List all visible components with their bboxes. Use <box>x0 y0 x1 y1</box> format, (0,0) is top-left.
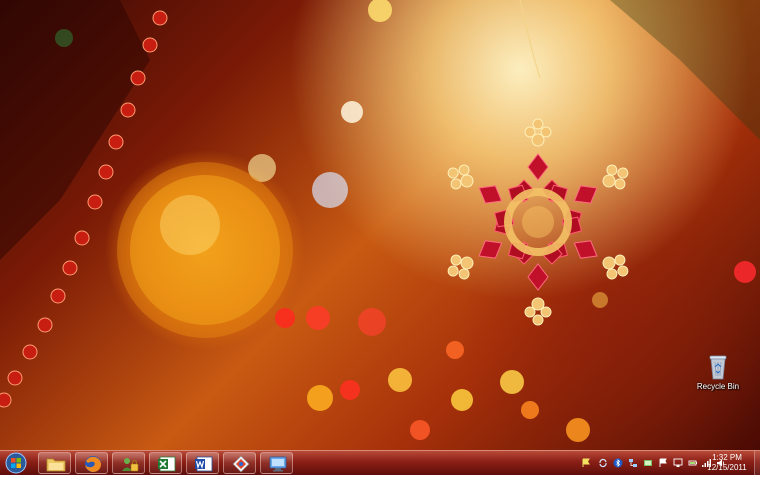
clock-time: 1:32 PM <box>712 453 742 462</box>
folder-icon <box>46 458 66 472</box>
desktop-icon-recycle-bin[interactable]: Recycle Bin <box>695 352 741 391</box>
show-desktop-button[interactable] <box>754 451 760 476</box>
taskbar-button-app-diamond[interactable] <box>223 452 256 474</box>
taskbar-button-word[interactable] <box>186 452 219 474</box>
excel-icon <box>158 456 176 472</box>
system-clock[interactable]: 1:32 PM 12/15/2011 <box>700 453 754 473</box>
update-icon[interactable] <box>643 458 653 468</box>
action-center-icon[interactable] <box>658 458 668 468</box>
sync-icon[interactable] <box>598 458 608 468</box>
taskbar-button-user-accounts[interactable] <box>112 452 145 474</box>
taskbar-button-windows-explorer[interactable] <box>38 452 71 474</box>
diamond-app-icon <box>232 455 250 473</box>
recycle-bin-icon <box>707 352 729 380</box>
start-button[interactable] <box>4 452 28 474</box>
bluetooth-icon[interactable] <box>613 458 623 468</box>
windows-orb-icon <box>5 452 27 474</box>
display-icon[interactable] <box>673 458 683 468</box>
recycle-bin-label: Recycle Bin <box>696 382 740 391</box>
network-manager-icon[interactable] <box>628 458 638 468</box>
flag-icon[interactable] <box>581 458 591 468</box>
taskbar-button-remote-desktop[interactable] <box>260 452 293 474</box>
monitor-icon <box>269 456 287 472</box>
firefox-icon <box>85 456 101 472</box>
users-lock-icon <box>122 458 139 472</box>
desktop-wallpaper <box>0 0 760 450</box>
taskbar: 1:32 PM 12/15/2011 <box>0 450 760 476</box>
word-icon <box>195 456 213 472</box>
taskbar-button-firefox[interactable] <box>75 452 108 474</box>
taskbar-button-excel[interactable] <box>149 452 182 474</box>
battery-icon[interactable] <box>688 458 698 468</box>
clock-date: 12/15/2011 <box>707 463 747 472</box>
